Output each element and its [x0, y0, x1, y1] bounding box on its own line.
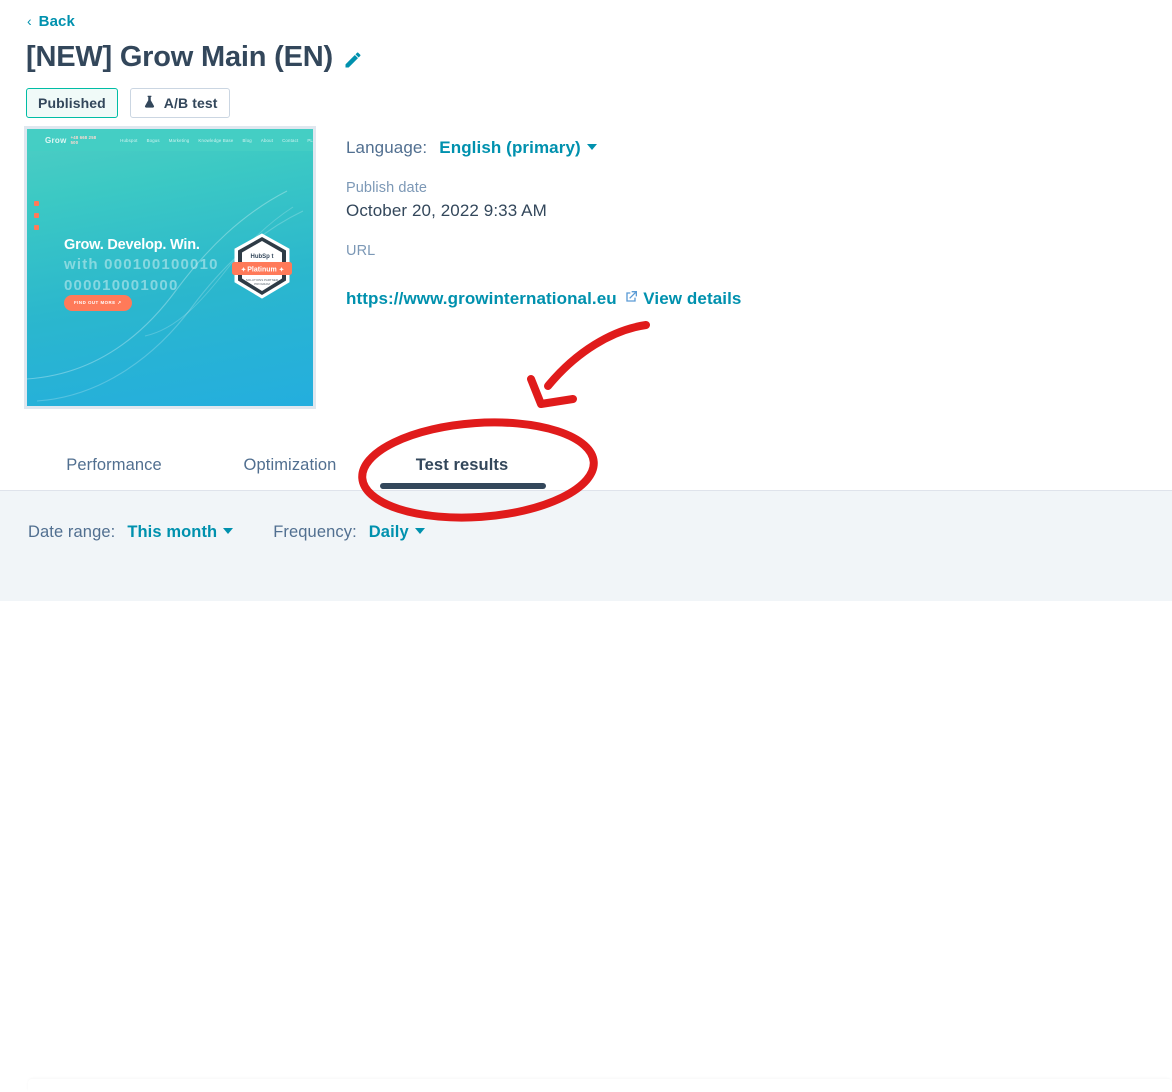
facebook-icon	[34, 213, 39, 218]
thumbnail-headline: Grow. Develop. Win.	[64, 237, 200, 253]
thumbnail-image: Grow +48 668 258 500 Hubspot Bogus Marke…	[27, 129, 313, 406]
tab-bar: Performance Optimization Test results	[0, 440, 1172, 491]
results-card	[28, 1079, 1172, 1092]
thumbnail-nav-item: Knowledge Base	[198, 137, 234, 143]
thumbnail-nav-item: Marketing	[168, 137, 190, 143]
chevron-down-icon	[586, 143, 597, 150]
date-range-label: Date range:	[28, 523, 116, 541]
tab-test-results-label: Test results	[415, 455, 509, 474]
tab-optimization[interactable]: Optimization	[224, 440, 356, 490]
chevron-down-icon	[414, 527, 425, 534]
language-dropdown[interactable]: English (primary)	[439, 138, 597, 158]
svg-text:✦: ✦	[241, 267, 246, 274]
page-title: [NEW] Grow Main (EN)	[26, 41, 333, 73]
thumbnail-nav-item: Blog	[242, 137, 252, 143]
thumbnail-nav-item: PL	[307, 137, 313, 143]
thumbnail-nav-item: Contact	[282, 137, 299, 143]
thumbnail-nav: Grow +48 668 258 500 Hubspot Bogus Marke…	[27, 129, 313, 151]
thumbnail-nav-item: Hubspot	[120, 137, 138, 143]
page-top-region: ‹ Back [NEW] Grow Main (EN) Published A/…	[0, 0, 1172, 491]
url-label: URL	[346, 243, 376, 259]
linkedin-icon	[34, 201, 39, 206]
language-row: Language: English (primary)	[346, 138, 776, 158]
page-details-panel: Language: English (primary) Publish date…	[346, 138, 776, 310]
publish-date-label: Publish date	[346, 180, 428, 196]
svg-text:✦: ✦	[279, 267, 284, 274]
back-link[interactable]: ‹ Back	[27, 13, 75, 30]
page-title-row: [NEW] Grow Main (EN)	[26, 41, 363, 74]
chevron-down-icon	[223, 527, 234, 534]
url-link[interactable]: https://www.growinternational.eu	[346, 289, 639, 310]
thumbnail-social-icons	[34, 201, 39, 230]
thumbnail-subheadline-1: with 000100100010	[64, 256, 219, 274]
back-link-label: Back	[38, 13, 75, 30]
page-thumbnail[interactable]: Grow +48 668 258 500 Hubspot Bogus Marke…	[24, 126, 316, 409]
twitter-icon	[34, 225, 39, 230]
chevron-left-icon: ‹	[27, 13, 32, 29]
filter-strip: Date range: This month Frequency: Daily	[0, 491, 1172, 1092]
view-details-link[interactable]: View details	[643, 289, 741, 309]
thumbnail-nav-items: Hubspot Bogus Marketing Knowledge Base B…	[120, 138, 313, 143]
publish-date-value: October 20, 2022 9:33 AM	[346, 201, 547, 220]
svg-text:Platinum: Platinum	[247, 267, 277, 274]
frequency-dropdown-value: Daily	[368, 523, 409, 541]
svg-text:HubSp t: HubSp t	[251, 254, 274, 260]
thumbnail-subheadline-2: 000010001000	[64, 276, 179, 294]
ab-test-badge[interactable]: A/B test	[129, 88, 230, 118]
thumbnail-phone: +48 668 258 500	[70, 135, 97, 145]
filter-row: Date range: This month Frequency: Daily	[28, 523, 425, 542]
thumbnail-cta-label: FIND OUT MORE	[74, 300, 116, 305]
thumbnail-hero-text: Grow. Develop. Win. with 000100100010 00…	[64, 237, 254, 295]
status-badge-published-label: Published	[38, 95, 106, 111]
flask-icon	[142, 94, 157, 113]
external-link-icon	[623, 289, 639, 310]
tab-optimization-label: Optimization	[243, 455, 337, 474]
tab-performance[interactable]: Performance	[48, 440, 180, 490]
partner-badge-icon: HubSp t Platinum ✦ ✦ SOLUTIONS PARTNER P…	[232, 233, 292, 299]
active-tab-indicator	[380, 483, 546, 489]
language-label: Language:	[346, 138, 428, 157]
url-link-text: https://www.growinternational.eu	[346, 289, 617, 308]
tab-performance-label: Performance	[66, 455, 162, 474]
thumbnail-logo: Grow	[45, 135, 67, 145]
frequency-dropdown[interactable]: Daily	[369, 523, 425, 542]
language-dropdown-value: English (primary)	[439, 138, 581, 157]
ab-test-badge-label: A/B test	[163, 95, 218, 111]
status-badge-row: Published A/B test	[26, 88, 230, 118]
svg-text:PROGRAM: PROGRAM	[254, 282, 270, 286]
thumbnail-cta-button: FIND OUT MORE ↗	[64, 295, 132, 311]
frequency-label: Frequency:	[273, 523, 357, 541]
thumbnail-nav-item: Bogus	[146, 137, 160, 143]
date-range-dropdown-value: This month	[127, 523, 218, 541]
thumbnail-nav-item: About	[260, 137, 274, 143]
status-badge-published: Published	[26, 88, 118, 118]
date-range-dropdown[interactable]: This month	[127, 523, 234, 542]
pencil-icon[interactable]	[343, 50, 363, 70]
